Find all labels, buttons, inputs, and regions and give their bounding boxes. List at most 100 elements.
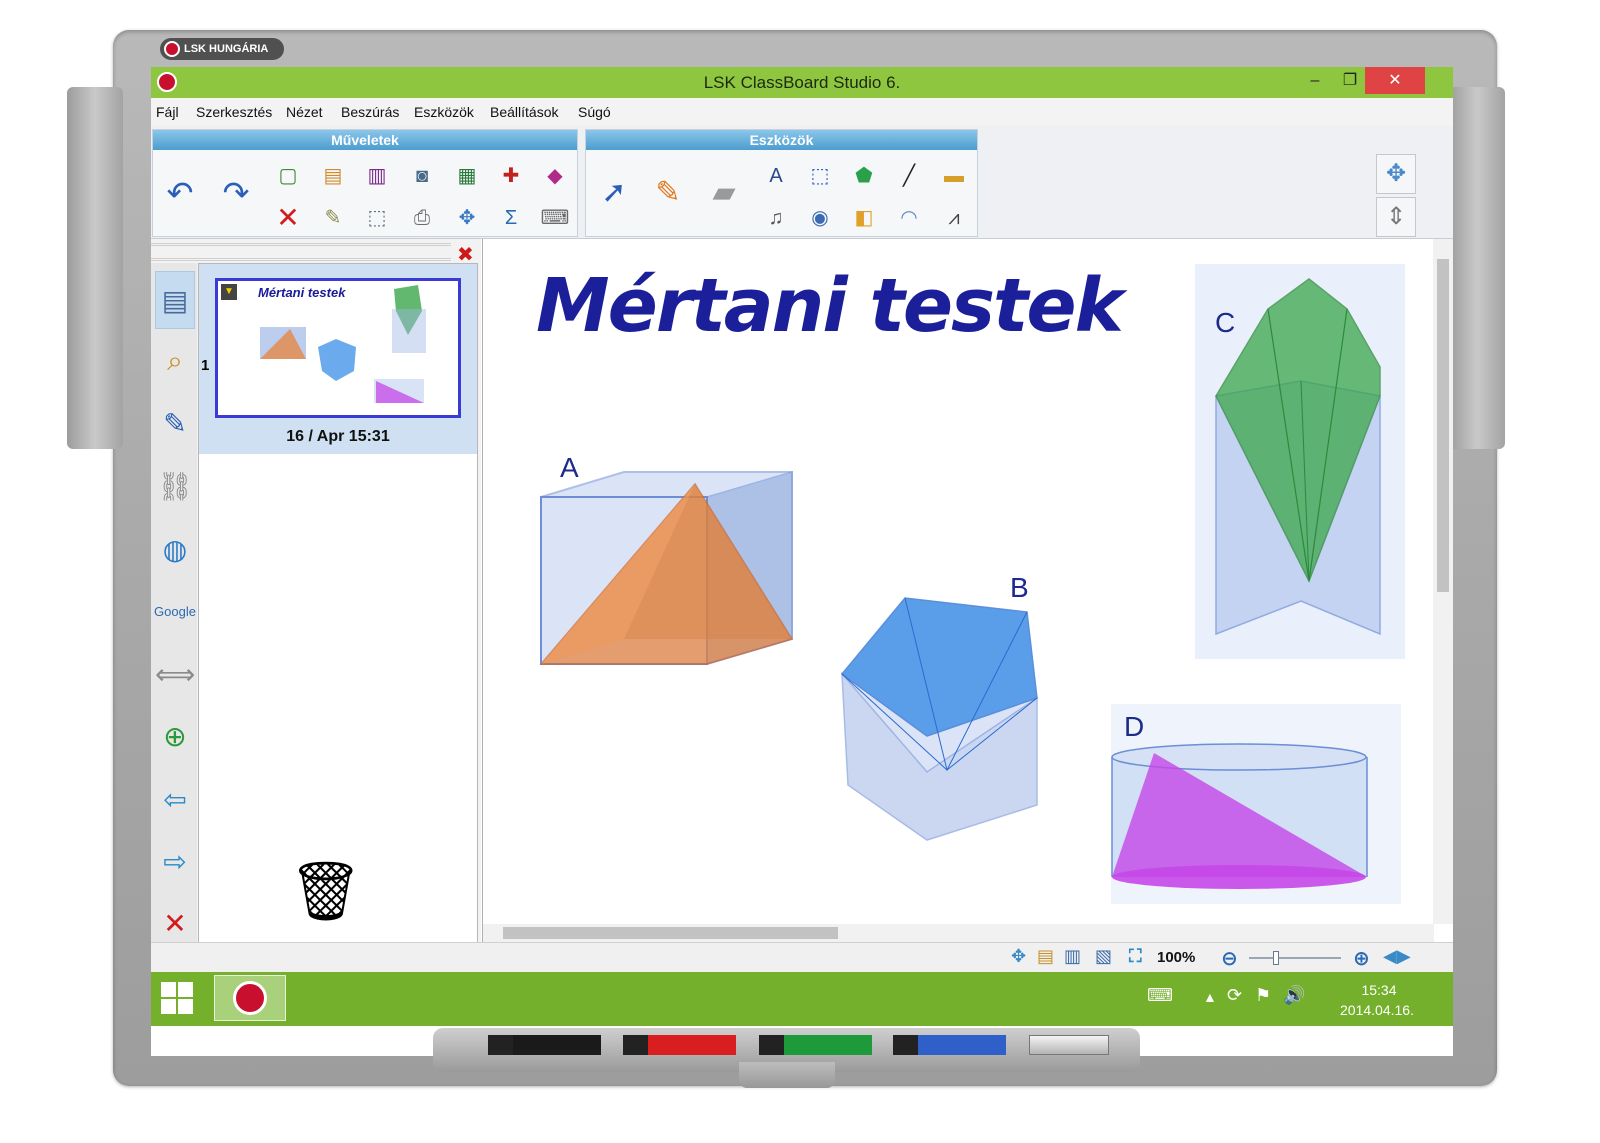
shapes-color-icon[interactable]: ◧	[844, 198, 884, 238]
action-center-flag-icon[interactable]: ⚑	[1255, 985, 1271, 1006]
shape-d-cylinder-triangle[interactable]	[1111, 704, 1401, 904]
menu-tools[interactable]: Eszközök	[414, 104, 474, 120]
undo-icon[interactable]: ↶	[160, 173, 200, 213]
page-view-icon[interactable]: ▤	[1037, 946, 1054, 967]
clock-time[interactable]: 15:34	[1339, 982, 1419, 998]
select-arrow-icon[interactable]: ➚	[594, 173, 634, 213]
spotlight-icon[interactable]: ✎	[313, 198, 353, 238]
fill-icon[interactable]: ◉	[800, 198, 840, 238]
toolbar-position-icon[interactable]: ⇕	[1376, 197, 1416, 237]
add-page-icon[interactable]: ⊕	[155, 716, 195, 756]
google-icon[interactable]: Google	[154, 591, 196, 631]
zoom-in-icon[interactable]: ⊕	[1353, 946, 1370, 971]
horizontal-scroll-thumb[interactable]	[503, 927, 838, 939]
vertical-scroll-thumb[interactable]	[1437, 259, 1449, 592]
touch-keyboard-icon[interactable]: ⌨	[1147, 985, 1173, 1006]
sync-icon[interactable]: ⟳	[1227, 985, 1242, 1006]
geometry-drawing	[539, 264, 1405, 904]
new-page-icon[interactable]: ▢	[268, 156, 308, 196]
gallery-search-icon[interactable]: ⌕	[155, 341, 195, 381]
pen-icon[interactable]: ✎	[648, 173, 688, 213]
shape-label-a: A	[560, 452, 579, 483]
dual-page-icon[interactable]: ▥	[1064, 946, 1081, 967]
horizontal-scrollbar[interactable]	[483, 924, 1434, 942]
menu-edit[interactable]: Szerkesztés	[196, 104, 272, 120]
clock-date[interactable]: 2014.04.16.	[1321, 1002, 1433, 1018]
menu-file[interactable]: Fájl	[156, 104, 179, 120]
trash-icon[interactable]: 🗑	[289, 858, 363, 926]
export-page-icon[interactable]: ⇨	[155, 841, 195, 881]
red-pen[interactable]	[623, 1035, 736, 1055]
snapshot-icon[interactable]: ⬚	[357, 198, 397, 238]
link-icon[interactable]: ⛓	[155, 466, 195, 506]
operations-group: Műveletek ↶ ↷ ▢ ▤ ▥ ◙ ▦ ✚ ◆ ✕ ✎ ⬚ ⎙ ✥ Σ …	[152, 129, 578, 237]
brand-name: LSK HUNGÁRIA	[184, 43, 269, 55]
menu-help[interactable]: Súgó	[578, 104, 611, 120]
scanner-icon[interactable]: ⎙	[402, 198, 442, 238]
import-page-icon[interactable]: ⇦	[155, 779, 195, 819]
screen-shade-icon[interactable]: ▤	[313, 156, 353, 196]
menu-settings[interactable]: Beállítások	[490, 104, 558, 120]
internet-icon[interactable]: ◍	[155, 529, 195, 569]
black-pen[interactable]	[488, 1035, 601, 1055]
zoom-slider[interactable]	[1249, 951, 1341, 965]
delete-icon[interactable]: ✕	[268, 198, 308, 238]
operations-group-title: Műveletek	[153, 130, 577, 150]
capture-icon[interactable]: ✚	[491, 156, 531, 196]
multi-select-icon[interactable]: ⬚	[800, 156, 840, 196]
eraser-icon[interactable]: ▰	[704, 173, 744, 213]
close-button[interactable]: ✕	[1365, 67, 1425, 94]
shape-label-c: C	[1215, 307, 1236, 338]
menu-insert[interactable]: Beszúrás	[341, 104, 399, 120]
volume-icon[interactable]: 🔊	[1283, 985, 1305, 1006]
camera-icon[interactable]: ◙	[402, 156, 442, 196]
properties-icon[interactable]: ✎	[155, 403, 195, 443]
move-icon[interactable]: ✥	[447, 198, 487, 238]
fullscreen-move-icon[interactable]: ✥	[1376, 154, 1416, 194]
menu-view[interactable]: Nézet	[286, 104, 323, 120]
shape-icon[interactable]: ⬟	[844, 156, 884, 196]
page-date: 16 / Apr 15:31	[286, 428, 390, 445]
presentation-icon[interactable]: ▦	[447, 156, 487, 196]
text-icon[interactable]: A	[756, 156, 796, 196]
lsk-logo-icon	[164, 41, 180, 57]
shape-b-pentagonal-prism[interactable]	[840, 597, 1038, 841]
3d-shapes-icon[interactable]: ◆	[535, 156, 575, 196]
swap-side-icon[interactable]: ⟺	[155, 654, 195, 694]
film-icon[interactable]: ▥	[357, 156, 397, 196]
line-icon[interactable]: ╱	[889, 156, 929, 196]
zoom-level: 100%	[1157, 949, 1196, 966]
redo-icon[interactable]: ↷	[216, 173, 256, 213]
panel-toggle-icon[interactable]: ◀▶	[1383, 946, 1411, 967]
page-split-icon[interactable]: ▧	[1095, 946, 1112, 967]
zoom-out-icon[interactable]: ⊖	[1221, 946, 1238, 971]
pen-tray-knob	[739, 1062, 835, 1088]
formula-icon[interactable]: Σ	[491, 198, 531, 238]
panel-grip[interactable]	[151, 243, 451, 261]
page-sorter-icon[interactable]: ▤	[155, 271, 195, 329]
windows-start-icon[interactable]	[161, 982, 195, 1016]
green-pen[interactable]	[759, 1035, 872, 1055]
tools-group-title: Eszközök	[586, 130, 977, 150]
page-thumbnail-item[interactable]: 1 ▼ Mértani testek 16 / Apr 15:31	[199, 264, 477, 454]
protractor-icon[interactable]: ◠	[889, 198, 929, 238]
shape-a-cube-pyramid[interactable]	[539, 470, 794, 666]
audio-text-icon[interactable]: ♫	[756, 198, 796, 238]
page-thumbnail[interactable]: ▼ Mértani testek	[215, 278, 461, 418]
ruler-icon[interactable]: ▬	[934, 156, 974, 196]
thumbnail-shapes	[260, 285, 426, 403]
compass-icon[interactable]: ⩘	[934, 198, 974, 238]
page-number: 1	[201, 357, 210, 374]
taskbar-app-classboard[interactable]	[214, 975, 286, 1021]
zoom-slider-thumb[interactable]	[1273, 951, 1279, 965]
eraser-tool[interactable]	[1029, 1035, 1109, 1055]
pan-icon[interactable]: ✥	[1011, 946, 1026, 967]
show-hidden-icons-icon[interactable]: ▲	[1203, 989, 1217, 1005]
blue-pen[interactable]	[893, 1035, 1006, 1055]
window-title: LSK ClassBoard Studio 6.	[703, 73, 901, 92]
whiteboard-canvas[interactable]: Mértani testek A B C D	[482, 239, 1453, 942]
keyboard-icon[interactable]: ⌨	[535, 198, 575, 238]
vertical-scrollbar[interactable]	[1433, 239, 1453, 924]
fit-page-icon[interactable]: ⛶	[1129, 946, 1142, 967]
delete-page-icon[interactable]: ✕	[155, 903, 195, 943]
